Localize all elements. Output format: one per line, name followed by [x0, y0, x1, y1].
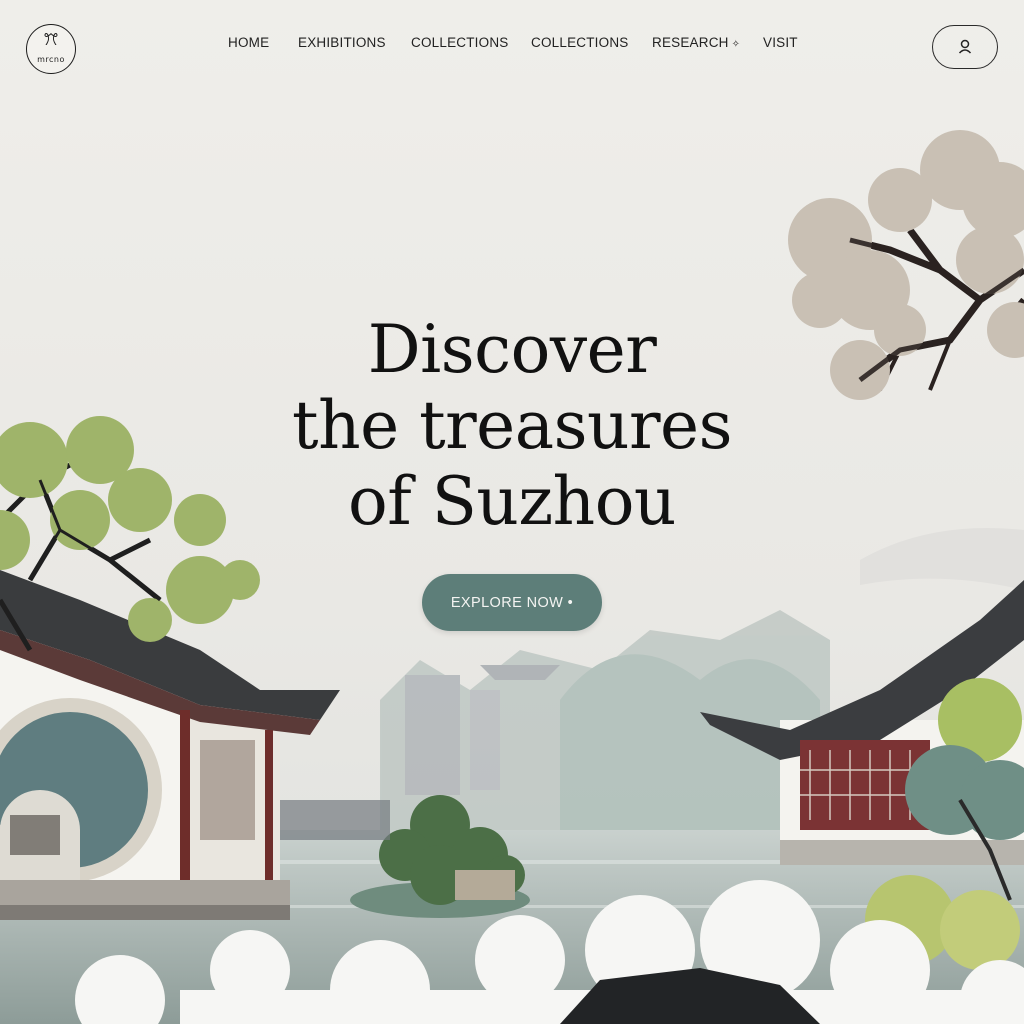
hero-title: Discover the treasures of Suzhou — [212, 312, 812, 540]
museum-logo[interactable]: ꔫ mrcno — [26, 24, 76, 74]
hero-title-line-3: of Suzhou — [348, 463, 676, 540]
nav-item-visit[interactable]: VISIT — [763, 35, 798, 50]
nav-item-collections-2[interactable]: COLLECTIONS — [531, 35, 628, 50]
hero-title-line-1: Discover — [367, 311, 657, 388]
nav-item-research[interactable]: RESEARCH ✧ — [652, 35, 740, 50]
hero-title-line-2: the treasures — [292, 387, 732, 464]
nav-item-exhibitions[interactable]: EXHIBITIONS — [298, 35, 386, 50]
account-button[interactable] — [932, 25, 998, 69]
nav-item-research-label: RESEARCH — [652, 35, 729, 50]
logo-text: mrcno — [37, 55, 65, 64]
logo-emblem-icon: ꔫ — [43, 32, 59, 49]
top-navigation: ꔫ mrcno HOME EXHIBITIONS COLLECTIONS COL… — [0, 0, 1024, 90]
nav-item-collections[interactable]: COLLECTIONS — [411, 35, 508, 50]
user-icon — [958, 39, 972, 54]
nav-item-home[interactable]: HOME — [228, 35, 269, 50]
sparkle-icon: ✧ — [731, 39, 741, 50]
explore-now-button[interactable]: EXPLORE NOW • — [422, 574, 602, 631]
